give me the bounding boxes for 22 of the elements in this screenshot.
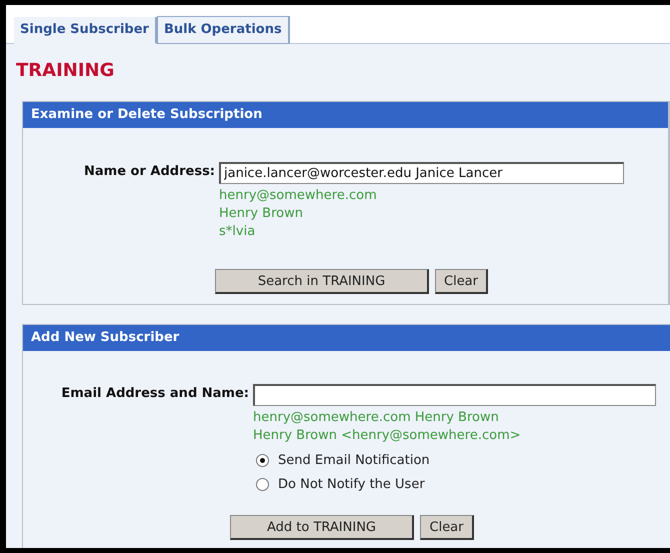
example-hint: s*lvia xyxy=(219,223,256,241)
example-hint: henry@somewhere.com Henry Brown xyxy=(253,409,500,427)
field-label: Name or Address: xyxy=(83,163,216,179)
radio-button[interactable] xyxy=(256,454,269,467)
list-title: TRAINING xyxy=(16,60,116,83)
example-hint: Henry Brown xyxy=(219,205,304,223)
section-header: Examine or Delete Subscription xyxy=(23,102,668,128)
submit-button[interactable]: Add to TRAINING xyxy=(230,515,414,540)
radio-label: Send Email Notification xyxy=(278,453,430,468)
clear-button[interactable]: Clear xyxy=(435,269,488,294)
example-hint: henry@somewhere.com xyxy=(219,187,378,205)
tab[interactable]: Bulk Operations xyxy=(156,16,290,44)
tab[interactable]: Single Subscriber xyxy=(14,17,157,44)
input-field[interactable] xyxy=(253,384,656,406)
submit-button[interactable]: Search in TRAINING xyxy=(215,269,429,294)
clear-button[interactable]: Clear xyxy=(420,515,474,540)
example-hint: Henry Brown <henry@somewhere.com> xyxy=(253,427,522,445)
input-field[interactable]: janice.lancer@worcester.edu Janice Lancer xyxy=(219,162,624,184)
radio-button[interactable] xyxy=(256,478,269,491)
field-label: Email Address and Name: xyxy=(60,385,250,401)
section-header: Add New Subscriber xyxy=(23,325,670,351)
radio-label: Do Not Notify the User xyxy=(278,477,425,492)
